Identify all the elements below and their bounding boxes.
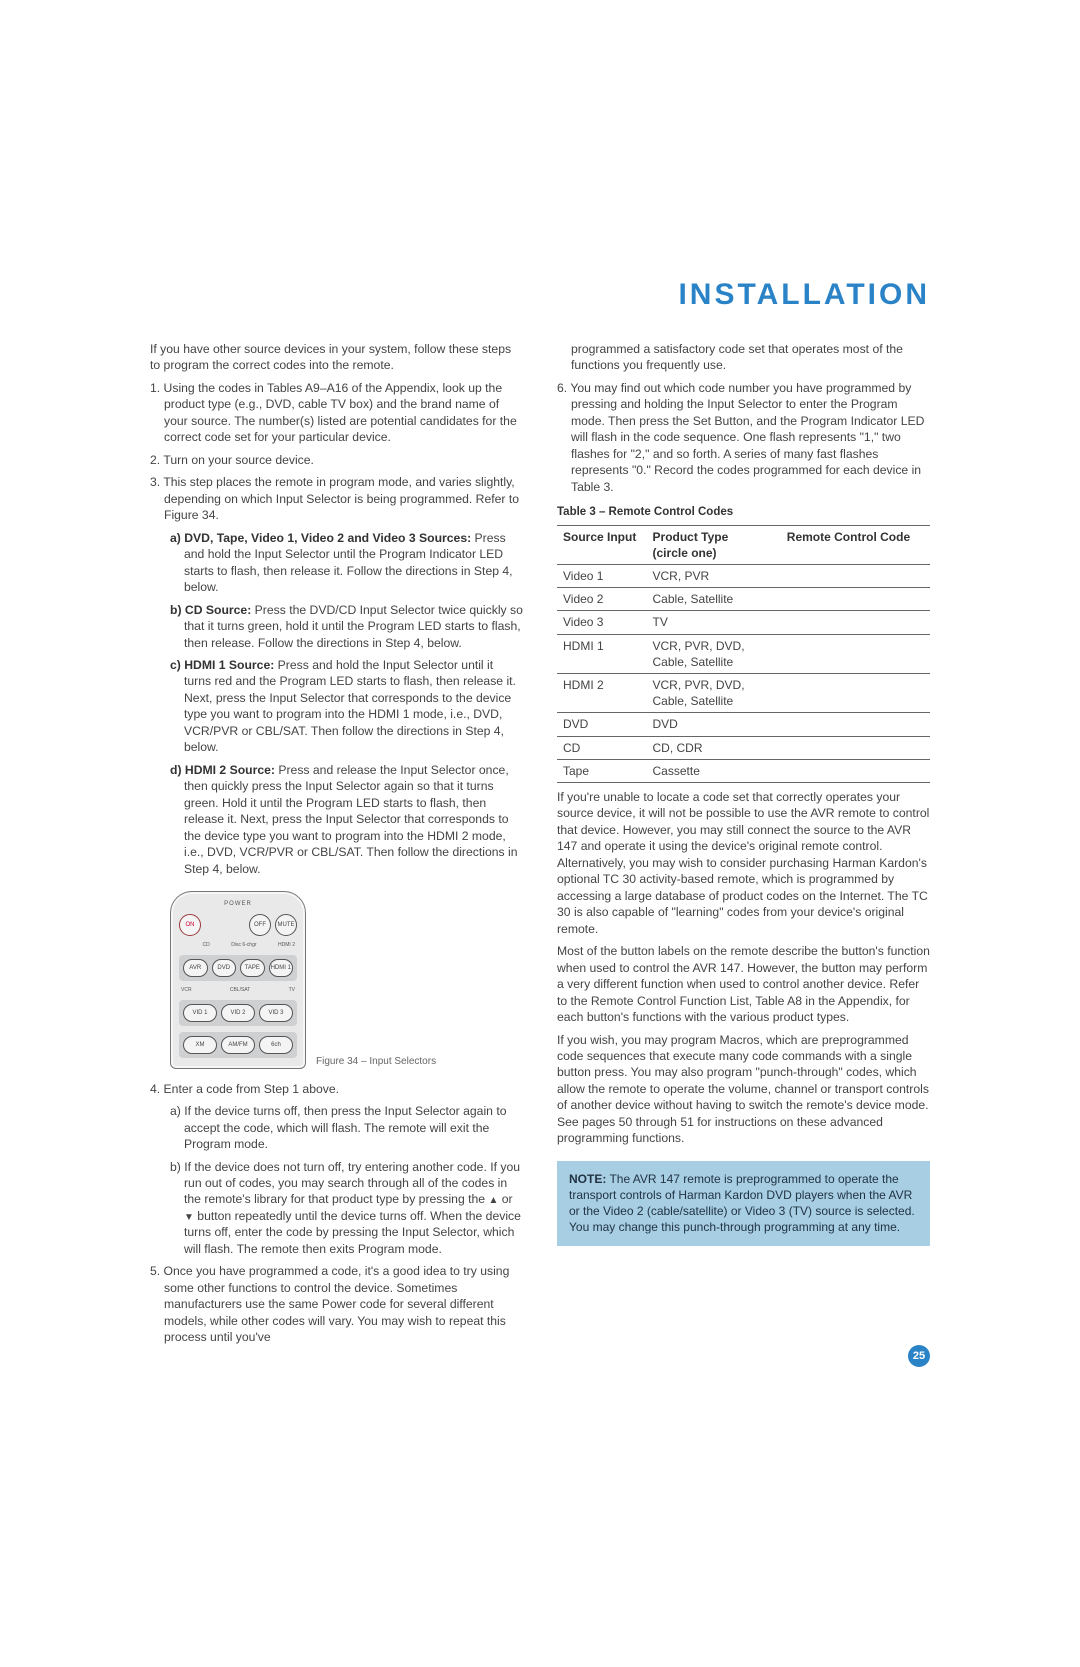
paragraph-macros: If you wish, you may program Macros, whi…: [557, 1032, 930, 1147]
triangle-up-icon: ▲: [488, 1195, 498, 1206]
step-4b-pre: b) If the device does not turn off, try …: [170, 1160, 520, 1207]
step-3c-text: Press and hold the Input Selector until …: [184, 658, 516, 754]
tiny-tv: TV: [289, 987, 295, 994]
tiny-cd: CD: [203, 942, 210, 949]
th-circle-one: (circle one): [653, 546, 717, 560]
step-3d: d) HDMI 2 Source: Press and release the …: [150, 762, 523, 877]
page-number-badge: 25: [908, 1345, 930, 1367]
step-3d-text: Press and release the Input Selector onc…: [184, 763, 517, 876]
th-product-type: Product Type: [653, 530, 729, 544]
two-column-layout: If you have other source devices in your…: [150, 335, 930, 1352]
th-remote-code: Remote Control Code: [787, 530, 910, 544]
figure-caption: Figure 34 – Input Selectors: [316, 1055, 436, 1069]
left-column: If you have other source devices in your…: [150, 335, 523, 1352]
dvd-button-icon: DVD: [212, 959, 237, 977]
mute-button-icon: MUTE: [275, 914, 297, 936]
hdmi1-button-icon: HDMI 1: [269, 959, 294, 977]
tiny-vcr: VCR: [181, 987, 192, 994]
table-header-row: Source Input Product Type (circle one) Re…: [557, 525, 930, 564]
table-3-title: Table 3 – Remote Control Codes: [557, 505, 930, 521]
triangle-down-icon: ▼: [184, 1212, 194, 1223]
power-label: POWER: [179, 900, 297, 908]
table-body: Video 1VCR, PVR Video 2Cable, Satellite …: [557, 565, 930, 783]
step-4b: b) If the device does not turn off, try …: [150, 1159, 523, 1258]
step-2: 2. Turn on your source device.: [150, 452, 523, 468]
step-3b-label: b) CD Source:: [170, 603, 251, 617]
step-3c: c) HDMI 1 Source: Press and hold the Inp…: [150, 657, 523, 756]
table-row: Video 3TV: [557, 611, 930, 634]
paragraph-no-code: If you're unable to locate a code set th…: [557, 789, 930, 937]
step-5-continued: programmed a satisfactory code set that …: [557, 341, 930, 374]
intro-paragraph: If you have other source devices in your…: [150, 341, 523, 374]
step-6: 6. You may find out which code number yo…: [557, 380, 930, 495]
note-label: NOTE:: [569, 1172, 606, 1186]
step-4: 4. Enter a code from Step 1 above.: [150, 1081, 523, 1097]
remote-illustration: POWER ON OFF MUTE CD Disc 6-chgr HDMI 2: [170, 891, 306, 1069]
step-3d-label: d) HDMI 2 Source:: [170, 763, 275, 777]
th-source-input: Source Input: [563, 530, 636, 544]
vid3-button-icon: VID 3: [259, 1004, 293, 1022]
6ch-button-icon: 6ch: [259, 1036, 293, 1054]
right-column: programmed a satisfactory code set that …: [557, 335, 930, 1352]
figure-34: POWER ON OFF MUTE CD Disc 6-chgr HDMI 2: [170, 891, 523, 1069]
tiny-disc: Disc 6-chgr: [231, 942, 256, 949]
step-3c-label: c) HDMI 1 Source:: [170, 658, 274, 672]
vid2-button-icon: VID 2: [221, 1004, 255, 1022]
note-box: NOTE: The AVR 147 remote is preprogramme…: [557, 1161, 930, 1246]
table-row: HDMI 1VCR, PVR, DVD, Cable, Satellite: [557, 634, 930, 673]
step-4b-post: button repeatedly until the device turns…: [184, 1209, 521, 1256]
paragraph-button-labels: Most of the button labels on the remote …: [557, 943, 930, 1025]
amfm-button-icon: AM/FM: [221, 1036, 255, 1054]
tiny-cbl: CBL/SAT: [230, 987, 250, 994]
tiny-hdmi2: HDMI 2: [278, 942, 295, 949]
step-3b: b) CD Source: Press the DVD/CD Input Sel…: [150, 602, 523, 651]
remote-control-codes-table: Source Input Product Type (circle one) Re…: [557, 525, 930, 783]
step-3: 3. This step places the remote in progra…: [150, 474, 523, 523]
table-row: DVDDVD: [557, 713, 930, 736]
off-button-icon: OFF: [249, 914, 271, 936]
table-row: TapeCassette: [557, 759, 930, 782]
on-button-icon: ON: [179, 914, 201, 936]
table-row: HDMI 2VCR, PVR, DVD, Cable, Satellite: [557, 674, 930, 713]
step-5: 5. Once you have programmed a code, it's…: [150, 1263, 523, 1345]
step-4a: a) If the device turns off, then press t…: [150, 1103, 523, 1152]
avr-button-icon: AVR: [183, 959, 208, 977]
step-3a: a) DVD, Tape, Video 1, Video 2 and Video…: [150, 530, 523, 596]
table-row: Video 1VCR, PVR: [557, 565, 930, 588]
step-3a-label: a) DVD, Tape, Video 1, Video 2 and Video…: [170, 531, 471, 545]
table-row: Video 2Cable, Satellite: [557, 588, 930, 611]
vid1-button-icon: VID 1: [183, 1004, 217, 1022]
xm-button-icon: XM: [183, 1036, 217, 1054]
tape-button-icon: TAPE: [240, 959, 265, 977]
note-text: The AVR 147 remote is preprogrammed to o…: [569, 1172, 915, 1235]
step-1: 1. Using the codes in Tables A9–A16 of t…: [150, 380, 523, 446]
page-title: INSTALLATION: [678, 275, 930, 316]
manual-page: INSTALLATION If you have other source de…: [0, 0, 1080, 1667]
table-row: CDCD, CDR: [557, 736, 930, 759]
